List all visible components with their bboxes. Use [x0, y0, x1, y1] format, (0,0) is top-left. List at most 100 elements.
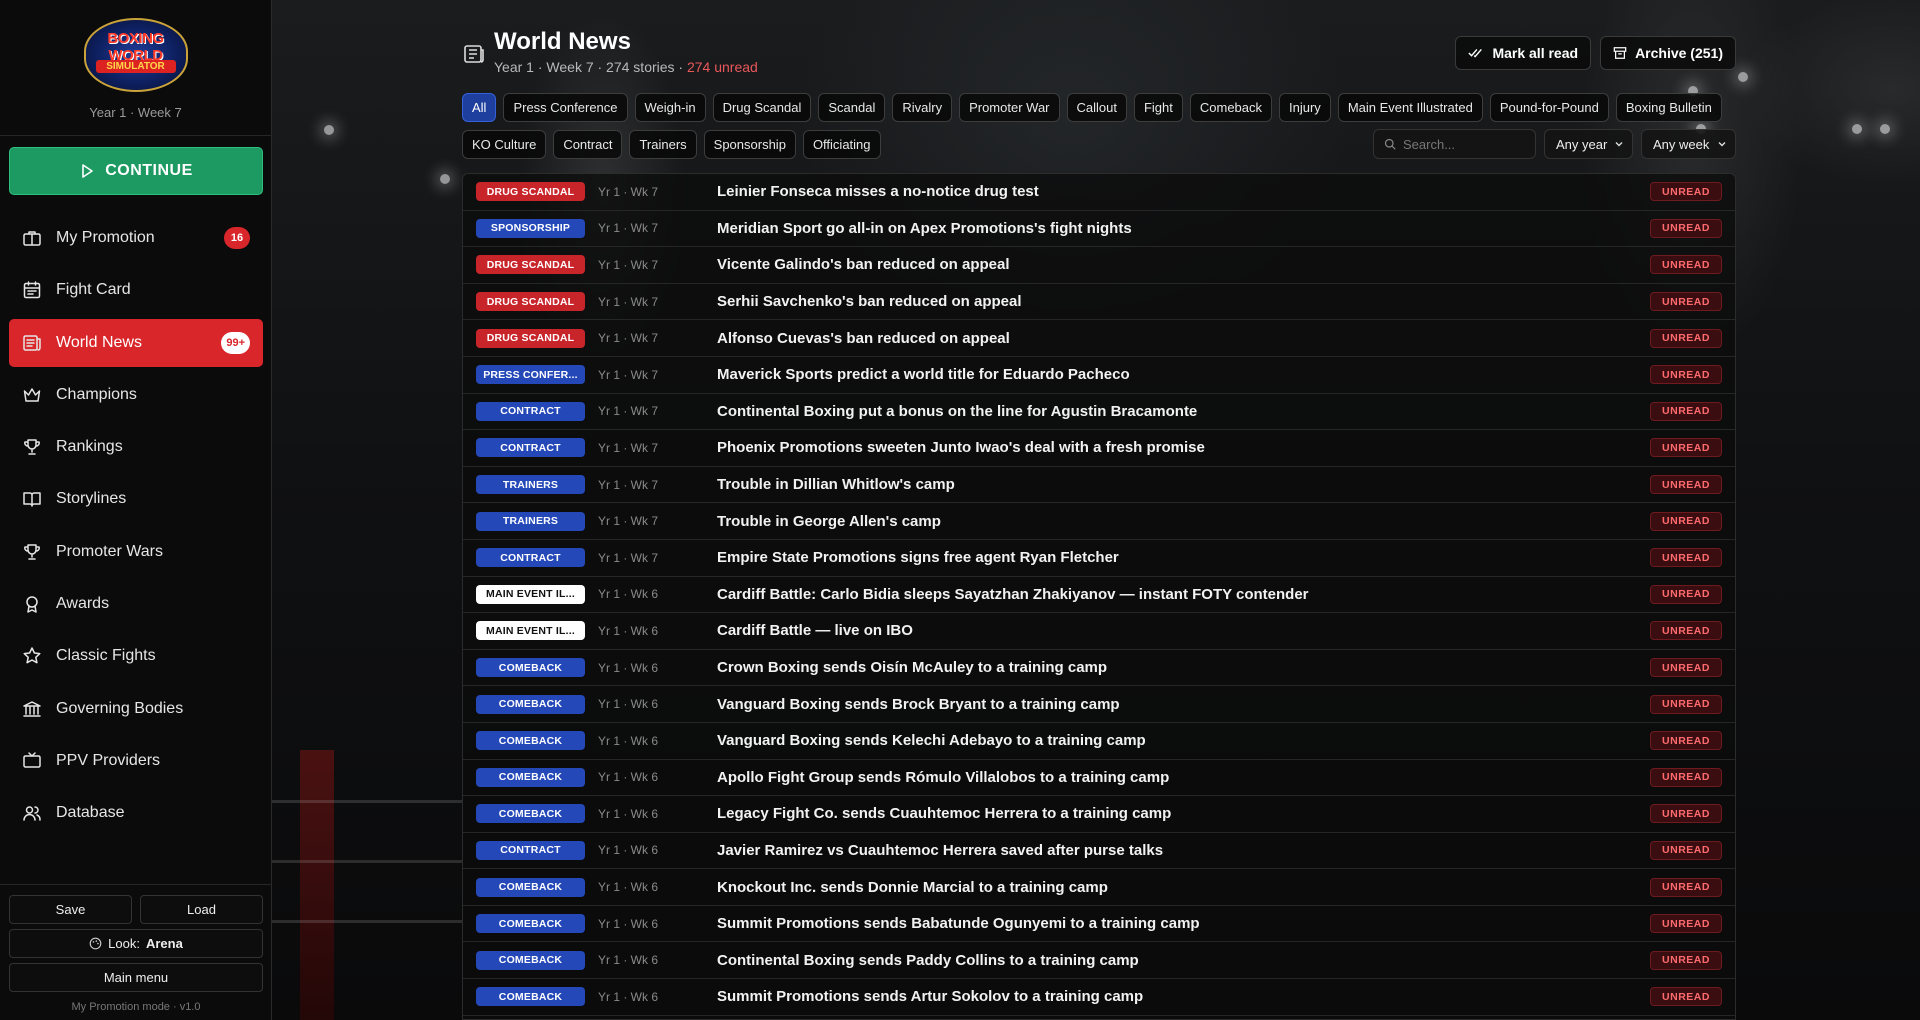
filter-chip-press-conference[interactable]: Press Conference	[503, 93, 628, 122]
filter-chip-contract[interactable]: Contract	[553, 130, 623, 159]
search-box[interactable]	[1373, 129, 1536, 159]
sidebar-item-ppv-providers[interactable]: PPV Providers	[9, 737, 263, 785]
news-headline: Meridian Sport go all-in on Apex Promoti…	[717, 219, 1132, 237]
crown-icon	[22, 385, 42, 405]
news-row[interactable]: COMEBACK Yr 1 · Wk 6 Crown Boxing sends Oi…	[463, 650, 1735, 687]
main-menu-button[interactable]: Main menu	[9, 963, 263, 992]
filter-chip-scandal[interactable]: Scandal	[818, 93, 886, 122]
sidebar-item-governing-bodies[interactable]: Governing Bodies	[9, 685, 263, 733]
news-row[interactable]: CONTRACT Yr 1 · Wk 7 Empire State Promotio…	[463, 540, 1735, 577]
look-value: Arena	[145, 936, 183, 951]
sidebar-item-fight-card[interactable]: Fight Card	[9, 266, 263, 314]
category-tag: COMEBACK	[476, 804, 585, 824]
spotlight	[324, 125, 334, 135]
save-button[interactable]: Save	[9, 895, 132, 924]
filter-chip-injury[interactable]: Injury	[1279, 93, 1331, 122]
news-row[interactable]: COMEBACK Yr 1 · Wk 6 Knockout Inc. sends D…	[463, 869, 1735, 906]
news-row[interactable]: CONTRACT Yr 1 · Wk 7 Continental Boxing pu…	[463, 394, 1735, 431]
filter-chip-officiating[interactable]: Officiating	[802, 130, 881, 159]
news-row[interactable]: COMEBACK Yr 1 · Wk 6 Legacy Fight Co. send…	[463, 796, 1735, 833]
unread-badge: UNREAD	[1650, 584, 1722, 604]
category-tag: CONTRACT	[476, 840, 585, 860]
sidebar-item-storylines[interactable]: Storylines	[9, 475, 263, 523]
category-tag: CONTRACT	[476, 438, 585, 458]
unread-badge: UNREAD	[1650, 877, 1722, 897]
archive-label: Archive (251)	[1635, 45, 1723, 61]
load-button[interactable]: Load	[140, 895, 263, 924]
sidebar-item-database[interactable]: Database	[9, 789, 263, 837]
filter-chip-callout[interactable]: Callout	[1066, 93, 1127, 122]
filter-chip-pound-for-pound[interactable]: Pound-for-Pound	[1489, 93, 1609, 122]
news-row[interactable]: DRUG SCANDAL Yr 1 · Wk 7 Alfonso Cuevas's …	[463, 320, 1735, 357]
filter-chip-comeback[interactable]: Comeback	[1189, 93, 1273, 122]
spotlight	[1880, 124, 1890, 134]
filter-chip-boxing-bulletin[interactable]: Boxing Bulletin	[1615, 93, 1722, 122]
category-tag: CONTRACT	[476, 401, 585, 421]
category-tag: COMEBACK	[476, 731, 585, 751]
week-select[interactable]: Any week	[1641, 129, 1736, 159]
briefcase-icon	[22, 228, 42, 248]
news-row[interactable]: TRAINERS Yr 1 · Wk 7 Trouble in Dillian Wh…	[463, 467, 1735, 504]
mark-all-read-button[interactable]: Mark all read	[1455, 36, 1592, 70]
news-date: Yr 1 · Wk 6	[598, 880, 659, 895]
sidebar-item-my-promotion[interactable]: My Promotion 16	[9, 214, 263, 262]
news-row[interactable]: SPONSORSHIP Yr 1 · Wk 7 Meridian Sport go …	[463, 211, 1735, 248]
page-header: World News Year 1 · Week 7 · 274 stories…	[462, 28, 1736, 75]
filter-chip-main-event-illustrated[interactable]: Main Event Illustrated	[1337, 93, 1483, 122]
news-row[interactable]: MAIN EVENT IL... Yr 1 · Wk 6 Cardiff Battl…	[463, 577, 1735, 614]
year-select[interactable]: Any year	[1544, 129, 1633, 159]
sidebar-item-awards[interactable]: Awards	[9, 580, 263, 628]
category-tag: COMEBACK	[476, 877, 585, 897]
sidebar-item-rankings[interactable]: Rankings	[9, 423, 263, 471]
filter-chip-promoter-war[interactable]: Promoter War	[959, 93, 1060, 122]
filter-chip-sponsorship[interactable]: Sponsorship	[703, 130, 796, 159]
sidebar-item-promoter-wars[interactable]: Promoter Wars	[9, 528, 263, 576]
unread-badge: UNREAD	[1650, 182, 1722, 202]
sidebar-item-label: World News	[56, 333, 142, 351]
news-date: Yr 1 · Wk 7	[598, 550, 659, 565]
news-row[interactable]: TRAINERS Yr 1 · Wk 7 Trouble in George All…	[463, 503, 1735, 540]
sidebar-item-champions[interactable]: Champions	[9, 371, 263, 419]
filter-chip-weigh-in[interactable]: Weigh-in	[634, 93, 706, 122]
news-row[interactable]: CONTRACT Yr 1 · Wk 7 Phoenix Promotions sw…	[463, 430, 1735, 467]
category-tag: COMEBACK	[476, 987, 585, 1007]
news-row[interactable]: PRESS CONFER... Yr 1 · Wk 7 Maverick Sport…	[463, 357, 1735, 394]
filter-chip-fight[interactable]: Fight	[1133, 93, 1183, 122]
news-row[interactable]: DRUG SCANDAL Yr 1 · Wk 7 Serhii Savchenko'…	[463, 284, 1735, 321]
search-input[interactable]	[1403, 136, 1533, 152]
unread-badge: UNREAD	[1650, 511, 1722, 531]
news-headline: Continental Boxing put a bonus on the li…	[717, 402, 1198, 420]
continue-button[interactable]: CONTINUE	[9, 147, 263, 195]
news-row[interactable]: MAIN EVENT IL... Yr 1 · Wk 6 Cardiff Battl…	[463, 613, 1735, 650]
filter-chip-trainers[interactable]: Trainers	[629, 130, 697, 159]
users-icon	[22, 803, 42, 823]
sidebar-item-world-news[interactable]: World News 99+	[9, 318, 263, 367]
category-tag: DRUG SCANDAL	[476, 182, 585, 202]
unread-badge: UNREAD	[1650, 731, 1722, 751]
game-logo: BOXING WORLD SIMULATOR	[83, 18, 188, 92]
archive-icon	[1613, 47, 1627, 59]
filter-chip-rivalry[interactable]: Rivalry	[892, 93, 953, 122]
archive-button[interactable]: Archive (251)	[1600, 36, 1736, 70]
filter-chip-all[interactable]: All	[462, 93, 497, 122]
news-row[interactable]: CONTRACT Yr 1 · Wk 6 Javier Ramirez vs Cua…	[463, 833, 1735, 870]
look-theme-button[interactable]: Look: Arena	[9, 929, 263, 958]
book-icon	[22, 489, 42, 509]
news-headline: Legacy Fight Co. sends Cuauhtemoc Herrer…	[717, 805, 1172, 823]
news-row[interactable]: DRUG SCANDAL Yr 1 · Wk 7 Leinier Fonseca m…	[463, 174, 1735, 211]
filter-bar: All Press Conference Weigh-in Drug Scandal S…	[462, 93, 1736, 167]
news-row[interactable]: COMEBACK Yr 1 · Wk 6 Continental Boxing se…	[463, 942, 1735, 980]
news-headline: Javier Ramirez vs Cuauhtemoc Herrera sav…	[717, 841, 1164, 859]
logo-title: BOXING WORLD	[107, 30, 164, 64]
spotlight	[1738, 72, 1748, 82]
news-row[interactable]: COMEBACK Yr 1 · Wk 6 Summit Promotions sen…	[463, 906, 1735, 943]
news-row[interactable]: COMEBACK Yr 1 · Wk 6 Apollo Fight Group se…	[463, 760, 1735, 797]
news-row[interactable]: COMEBACK Yr 1 · Wk 6 Summit Promotions sen…	[463, 979, 1735, 1016]
news-date: Yr 1 · Wk 7	[598, 514, 659, 529]
filter-chip-ko-culture[interactable]: KO Culture	[462, 130, 547, 159]
news-row[interactable]: COMEBACK Yr 1 · Wk 6 Vanguard Boxing sends…	[463, 723, 1735, 760]
news-row[interactable]: DRUG SCANDAL Yr 1 · Wk 7 Vicente Galindo's…	[463, 247, 1735, 284]
sidebar-item-classic-fights[interactable]: Classic Fights	[9, 632, 263, 680]
filter-chip-drug-scandal[interactable]: Drug Scandal	[712, 93, 812, 122]
news-row[interactable]: COMEBACK Yr 1 · Wk 6 Vanguard Boxing sends…	[463, 686, 1735, 723]
